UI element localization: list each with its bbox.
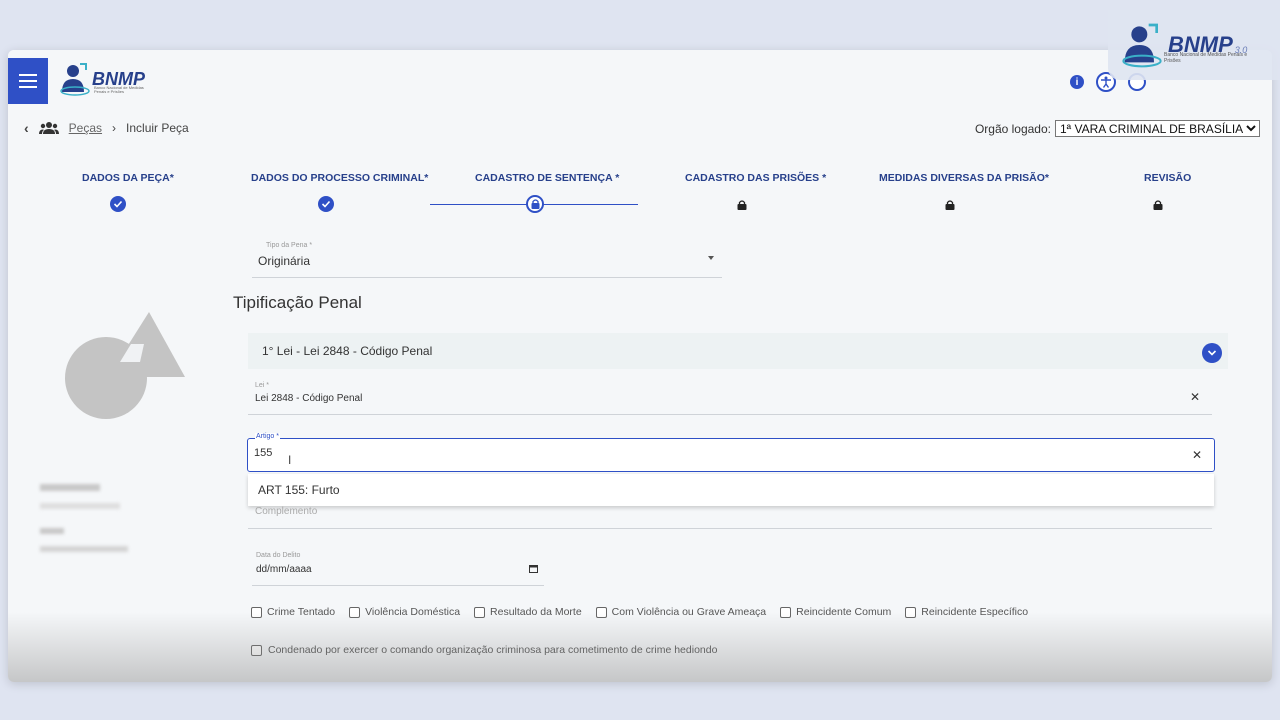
data-delito-label: Data do Delito	[256, 552, 301, 559]
text-cursor-icon: I	[288, 453, 292, 467]
person-logo-icon	[1122, 23, 1162, 68]
clear-icon[interactable]: ✕	[1192, 448, 1202, 462]
step-check-icon	[110, 196, 126, 212]
checkbox-violencia-grave-ameaca[interactable]: Com Violência ou Grave Ameaça	[595, 606, 767, 618]
step-lock-icon	[945, 197, 961, 213]
logo-subtitle: Banco Nacional de Medidas Penais e Prisõ…	[94, 85, 144, 94]
complemento-placeholder: Complemento	[255, 506, 318, 517]
hamburger-line	[19, 86, 37, 88]
step-cadastro-sentenca[interactable]: CADASTRO DE SENTENÇA *	[475, 172, 619, 184]
step-medidas-diversas[interactable]: MEDIDAS DIVERSAS DA PRISÃO*	[879, 172, 1049, 184]
tipo-pena-value: Originária	[258, 254, 311, 268]
suggestion-text: ART 155: Furto	[258, 483, 340, 497]
checkbox-organizacao-criminosa[interactable]: Condenado por exercer o comando organiza…	[251, 644, 717, 656]
artigo-input[interactable]	[254, 447, 454, 459]
accessibility-figure-icon	[1101, 76, 1111, 88]
back-chevron-icon[interactable]: ‹	[24, 120, 29, 136]
checkbox-crime-tentado[interactable]: Crime Tentado	[251, 606, 335, 618]
lei-field[interactable]: Lei * Lei 2848 - Código Penal ✕	[248, 380, 1212, 415]
person-logo-icon	[60, 63, 90, 96]
breadcrumb-link-pecas[interactable]: Peças	[69, 121, 102, 135]
step-dados-peca[interactable]: DADOS DA PEÇA*	[82, 172, 174, 184]
orgao-label: Orgão logado:	[974, 121, 1051, 136]
step-lock-icon	[737, 197, 753, 213]
corner-logo-subtitle: Banco Nacional de Medidas Penais e Prisõ…	[1164, 52, 1248, 64]
clear-icon[interactable]: ✕	[1190, 390, 1200, 404]
people-group-icon	[38, 122, 59, 134]
step-active-lock-icon	[526, 195, 544, 213]
step-label: MEDIDAS DIVERSAS DA PRISÃO*	[879, 172, 1049, 184]
step-dados-processo[interactable]: DADOS DO PROCESSO CRIMINAL*	[251, 172, 428, 184]
top-bar: BNMP Banco Nacional de Medidas Penais e …	[8, 50, 1272, 108]
checkbox-reincidente-comum[interactable]: Reincidente Comum	[780, 606, 891, 618]
checkbox-box[interactable]	[251, 644, 262, 656]
blurred-text	[40, 528, 64, 534]
hamburger-menu-button[interactable]	[8, 58, 48, 104]
data-delito-value: dd/mm/aaaa	[256, 564, 312, 575]
checkbox-resultado-morte[interactable]: Resultado da Morte	[474, 606, 582, 618]
breadcrumb: ‹ Peças › Incluir Peça	[24, 120, 189, 136]
tipo-pena-select[interactable]: Tipo da Pena * Originária	[252, 240, 722, 278]
step-label: DADOS DA PEÇA*	[82, 172, 174, 184]
hamburger-line	[19, 80, 37, 82]
dropdown-arrow-icon	[708, 256, 714, 260]
checkbox-label: Resultado da Morte	[490, 606, 582, 618]
accordion-title: 1° Lei - Lei 2848 - Código Penal	[262, 344, 433, 358]
artigo-field[interactable]: Artigo * I ✕	[247, 433, 1215, 472]
info-icon[interactable]: i	[1070, 75, 1084, 89]
breadcrumb-current: Incluir Peça	[126, 121, 189, 135]
data-delito-field[interactable]: Data do Delito dd/mm/aaaa	[252, 550, 544, 586]
orgao-logado: Orgão logado: 1ª VARA CRIMINAL DE BRASÍL…	[975, 120, 1260, 137]
checkbox-reincidente-especifico[interactable]: Reincidente Específico	[905, 606, 1028, 618]
artigo-label: Artigo *	[255, 433, 280, 440]
corner-brand-logo: BNMP 3.0 Banco Nacional de Medidas Penai…	[1108, 10, 1280, 80]
tipo-pena-label: Tipo da Pena *	[266, 242, 313, 249]
step-check-icon	[318, 196, 334, 212]
complemento-field[interactable]: Complemento	[248, 506, 1212, 529]
checkbox-label: Crime Tentado	[267, 606, 336, 618]
checkbox-box[interactable]	[595, 606, 607, 618]
checkbox-violencia-domestica[interactable]: Violência Doméstica	[349, 606, 460, 618]
app-window: BNMP Banco Nacional de Medidas Penais e …	[8, 50, 1272, 682]
lei-value: Lei 2848 - Código Penal	[255, 393, 363, 404]
checkbox-box[interactable]	[251, 606, 262, 618]
blurred-text	[40, 546, 128, 552]
checkbox-box[interactable]	[474, 606, 486, 618]
hamburger-line	[19, 74, 37, 76]
chevron-down-icon[interactable]	[1202, 343, 1222, 363]
blurred-text	[40, 484, 100, 491]
checkbox-label: Reincidente Específico	[921, 606, 1029, 618]
step-lock-icon	[1153, 197, 1169, 213]
step-label: CADASTRO DE SENTENÇA *	[475, 172, 620, 184]
step-label: CADASTRO DAS PRISÕES *	[685, 172, 827, 184]
checkbox-label: Violência Doméstica	[365, 606, 461, 618]
breadcrumb-separator-icon: ›	[112, 121, 117, 135]
checkbox-label: Com Violência ou Grave Ameaça	[611, 606, 767, 618]
checkbox-label: Condenado por exercer o comando organiza…	[268, 644, 718, 656]
step-label: REVISÃO	[1144, 172, 1192, 184]
profile-placeholder-icon	[65, 312, 185, 419]
step-label: DADOS DO PROCESSO CRIMINAL*	[251, 172, 429, 184]
checkbox-group: Crime Tentado Violência Doméstica Result…	[251, 606, 1028, 618]
autocomplete-option[interactable]: ART 155: Furto	[248, 474, 1214, 506]
calendar-icon[interactable]	[529, 564, 538, 573]
checkbox-box[interactable]	[349, 606, 361, 618]
info-icon-glyph: i	[1075, 76, 1079, 88]
app-logo[interactable]: BNMP Banco Nacional de Medidas Penais e …	[60, 62, 145, 96]
checkbox-label: Reincidente Comum	[796, 606, 892, 618]
checkbox-box[interactable]	[780, 606, 792, 618]
checkbox-box[interactable]	[905, 606, 917, 618]
lei-label: Lei *	[255, 382, 270, 389]
lei-accordion-header[interactable]: 1° Lei - Lei 2848 - Código Penal	[248, 333, 1228, 369]
step-revisao[interactable]: REVISÃO	[1144, 172, 1191, 184]
section-title: Tipificação Penal	[233, 293, 362, 312]
orgao-select[interactable]: 1ª VARA CRIMINAL DE BRASÍLIA	[1055, 120, 1260, 137]
step-cadastro-prisoes[interactable]: CADASTRO DAS PRISÕES *	[685, 172, 826, 184]
blurred-text	[40, 503, 120, 509]
